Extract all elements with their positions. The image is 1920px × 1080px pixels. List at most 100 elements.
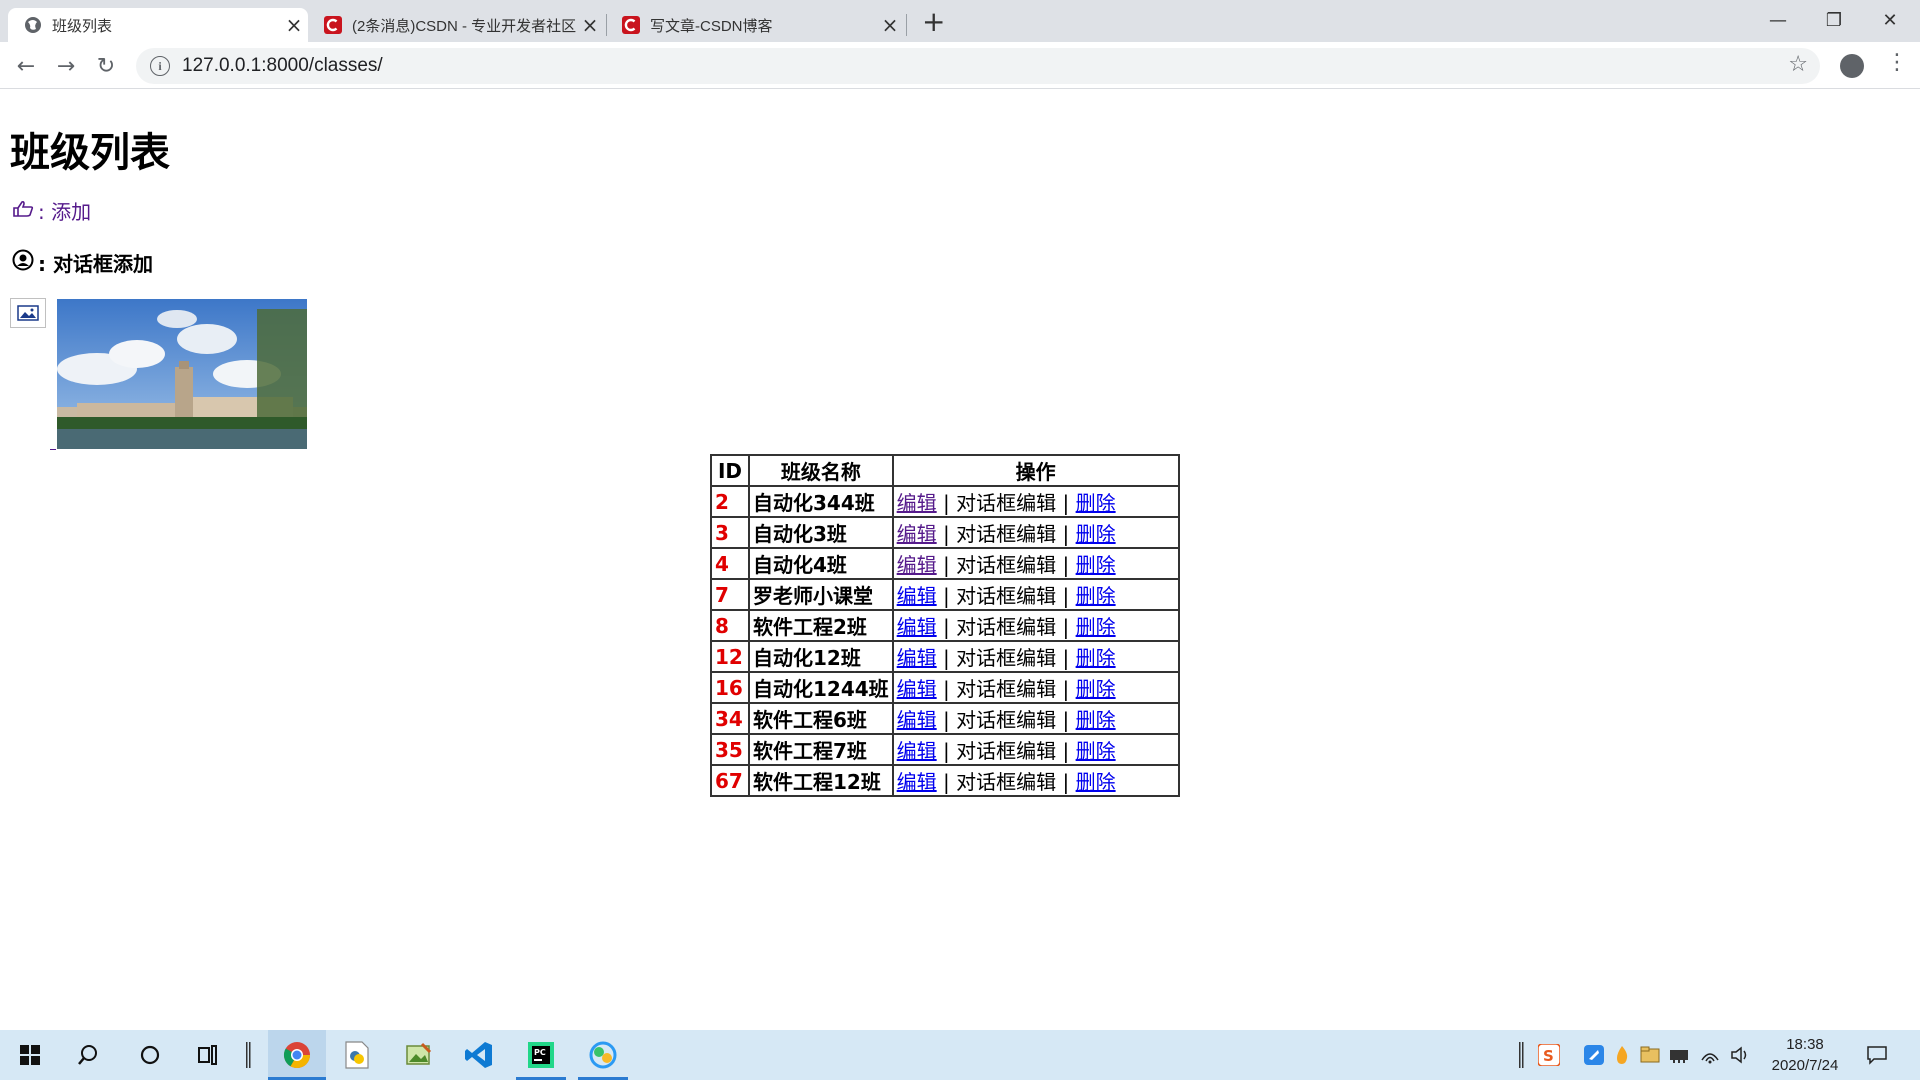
- add-link-label[interactable]: : 添加: [38, 196, 91, 225]
- action-separator: |: [943, 584, 950, 608]
- row-actions: 编辑 | 对话框编辑 | 删除: [891, 485, 1180, 518]
- edit-link[interactable]: 编辑: [897, 739, 937, 763]
- class-name: 罗老师小课堂: [748, 578, 894, 611]
- dialog-edit-button[interactable]: 对话框编辑: [956, 553, 1056, 577]
- tray-folder-icon[interactable]: [1640, 1030, 1660, 1080]
- edit-link[interactable]: 编辑: [897, 677, 937, 701]
- campus-photo[interactable]: [57, 299, 307, 449]
- image-editor-icon[interactable]: [394, 1030, 444, 1080]
- close-tab-icon[interactable]: ×: [876, 13, 904, 37]
- row-actions: 编辑 | 对话框编辑 | 删除: [891, 609, 1180, 642]
- dialog-edit-button[interactable]: 对话框编辑: [956, 615, 1056, 639]
- network-adapter-icon[interactable]: [1668, 1030, 1690, 1080]
- info-icon[interactable]: i: [150, 56, 170, 76]
- delete-link[interactable]: 删除: [1076, 770, 1116, 794]
- vscode-icon[interactable]: [454, 1030, 504, 1080]
- edit-link[interactable]: 编辑: [897, 553, 937, 577]
- menu-kebab-icon[interactable]: ⋮: [1886, 50, 1908, 75]
- class-name: 自动化1244班: [748, 671, 894, 704]
- dialog-edit-button[interactable]: 对话框编辑: [956, 584, 1056, 608]
- table-row: 4 自动化4班 编辑 | 对话框编辑 | 删除: [710, 547, 1180, 580]
- reload-icon[interactable]: ↻: [90, 50, 122, 82]
- edit-link[interactable]: 编辑: [897, 522, 937, 546]
- tray-flame-icon[interactable]: [1614, 1030, 1630, 1080]
- task-view-icon[interactable]: [186, 1030, 230, 1080]
- forward-icon[interactable]: →: [50, 50, 82, 82]
- tab-write-article[interactable]: 写文章-CSDN博客 ×: [606, 8, 904, 42]
- close-tab-icon[interactable]: ×: [576, 13, 604, 37]
- browser-app-icon[interactable]: [578, 1030, 628, 1080]
- svg-text:PC: PC: [534, 1048, 546, 1057]
- dialog-edit-button[interactable]: 对话框编辑: [956, 708, 1056, 732]
- notification-center-icon[interactable]: [1866, 1030, 1888, 1080]
- bookmark-star-icon[interactable]: ☆: [1788, 52, 1808, 77]
- edit-link[interactable]: 编辑: [897, 646, 937, 670]
- dialog-edit-button[interactable]: 对话框编辑: [956, 770, 1056, 794]
- wifi-icon[interactable]: [1700, 1030, 1720, 1080]
- table-row: 8 软件工程2班 编辑 | 对话框编辑 | 删除: [710, 609, 1180, 642]
- delete-link[interactable]: 删除: [1076, 677, 1116, 701]
- back-icon[interactable]: ←: [10, 50, 42, 82]
- cortana-icon[interactable]: [128, 1030, 172, 1080]
- address-bar[interactable]: i 127.0.0.1:8000/classes/ ☆: [136, 48, 1820, 84]
- delete-link[interactable]: 删除: [1076, 491, 1116, 515]
- volume-icon[interactable]: [1730, 1030, 1750, 1080]
- url-text[interactable]: 127.0.0.1:8000/classes/: [182, 55, 383, 77]
- dialog-edit-button[interactable]: 对话框编辑: [956, 677, 1056, 701]
- restore-button[interactable]: ❐: [1806, 0, 1862, 40]
- class-id: 35: [710, 733, 750, 766]
- chrome-taskbar-icon[interactable]: [268, 1030, 326, 1080]
- edit-link[interactable]: 编辑: [897, 770, 937, 794]
- sogou-ime-icon[interactable]: S: [1538, 1030, 1560, 1080]
- action-separator: |: [1062, 522, 1070, 546]
- dialog-edit-button[interactable]: 对话框编辑: [956, 522, 1056, 546]
- delete-link[interactable]: 删除: [1076, 646, 1116, 670]
- table-row: 12 自动化12班 编辑 | 对话框编辑 | 删除: [710, 640, 1180, 673]
- edit-link[interactable]: 编辑: [897, 708, 937, 732]
- close-tab-icon[interactable]: ×: [280, 13, 308, 37]
- class-id: 8: [710, 609, 750, 642]
- edit-link[interactable]: 编辑: [897, 615, 937, 639]
- windows-start-icon[interactable]: [8, 1030, 52, 1080]
- delete-link[interactable]: 删除: [1076, 522, 1116, 546]
- tab-classes[interactable]: 班级列表 ×: [8, 8, 308, 42]
- table-row: 34 软件工程6班 编辑 | 对话框编辑 | 删除: [710, 702, 1180, 735]
- delete-link[interactable]: 删除: [1076, 708, 1116, 732]
- tab-csdn[interactable]: (2条消息)CSDN - 专业开发者社区 ×: [308, 8, 604, 42]
- table-header-row: ID 班级名称 操作: [710, 454, 1180, 487]
- class-id: 4: [710, 547, 750, 580]
- class-name: 自动化4班: [748, 547, 894, 580]
- system-clock[interactable]: 18:38 2020/7/24: [1765, 1034, 1845, 1076]
- close-window-button[interactable]: ✕: [1862, 0, 1918, 40]
- class-name: 自动化3班: [748, 516, 894, 549]
- delete-link[interactable]: 删除: [1076, 739, 1116, 763]
- search-icon[interactable]: [66, 1030, 110, 1080]
- edit-link[interactable]: 编辑: [897, 584, 937, 608]
- header-class-name: 班级名称: [748, 454, 894, 487]
- pycharm-icon[interactable]: PC: [516, 1030, 566, 1080]
- edit-link[interactable]: 编辑: [897, 491, 937, 515]
- dialog-edit-button[interactable]: 对话框编辑: [956, 739, 1056, 763]
- new-tab-button[interactable]: +: [922, 8, 945, 36]
- dialog-add-label[interactable]: : 对话框添加: [38, 248, 153, 277]
- action-separator: |: [1062, 615, 1070, 639]
- profile-avatar-icon[interactable]: [1840, 54, 1864, 78]
- tab-separator: [906, 14, 907, 36]
- broken-image-icon: [10, 298, 46, 328]
- action-separator: |: [1062, 708, 1070, 732]
- dialog-add-button[interactable]: : 对话框添加: [12, 248, 153, 277]
- delete-link[interactable]: 删除: [1076, 584, 1116, 608]
- page-title: 班级列表: [10, 130, 170, 176]
- tab-bar: 班级列表 × (2条消息)CSDN - 专业开发者社区 × 写文章-CSDN博客…: [0, 0, 1920, 42]
- delete-link[interactable]: 删除: [1076, 553, 1116, 577]
- table-row: 67 软件工程12班 编辑 | 对话框编辑 | 删除: [710, 764, 1180, 797]
- add-link[interactable]: : 添加: [12, 196, 91, 225]
- dialog-edit-button[interactable]: 对话框编辑: [956, 646, 1056, 670]
- table-row: 3 自动化3班 编辑 | 对话框编辑 | 删除: [710, 516, 1180, 549]
- dialog-edit-button[interactable]: 对话框编辑: [956, 491, 1056, 515]
- tray-app-icon[interactable]: [1584, 1030, 1604, 1080]
- delete-link[interactable]: 删除: [1076, 615, 1116, 639]
- python-file-icon[interactable]: [332, 1030, 382, 1080]
- row-actions: 编辑 | 对话框编辑 | 删除: [891, 547, 1180, 580]
- minimize-button[interactable]: —: [1750, 0, 1806, 40]
